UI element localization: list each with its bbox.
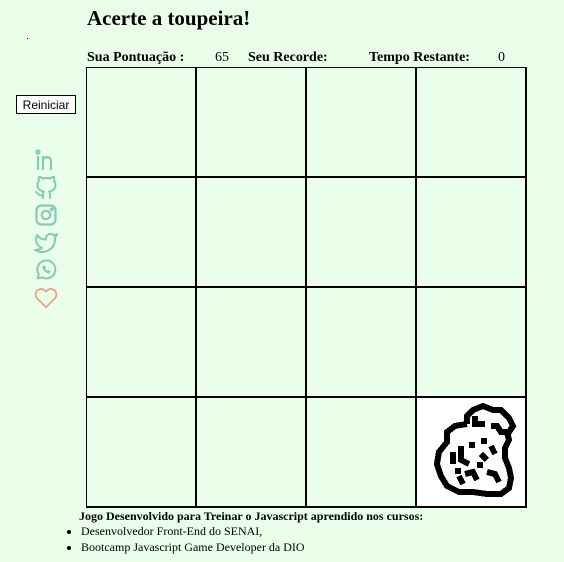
- game-title: Acerte a toupeira!: [87, 6, 251, 30]
- score-label: Sua Pontuação :: [87, 50, 185, 65]
- grid-cell[interactable]: [307, 68, 417, 178]
- grid-cell[interactable]: [417, 68, 527, 178]
- linkedin-icon[interactable]: [34, 148, 58, 172]
- course-item: Bootcamp Javascript Game Developer da DI…: [66, 540, 423, 556]
- github-icon[interactable]: [34, 175, 58, 200]
- mole-sprite: [433, 402, 517, 497]
- course-item: Desenvolvedor Front-End do SENAI,: [66, 524, 423, 540]
- grid-cell[interactable]: [87, 398, 197, 508]
- score-value: 65: [215, 50, 229, 65]
- decorative-dot: [27, 38, 28, 39]
- record-label: Seu Recorde:: [248, 50, 328, 65]
- grid-cell[interactable]: [417, 288, 527, 398]
- whatsapp-icon[interactable]: [34, 258, 58, 282]
- mole-grid: [86, 67, 527, 508]
- grid-cell[interactable]: [197, 398, 307, 508]
- grid-cell[interactable]: [197, 68, 307, 178]
- twitter-icon[interactable]: [34, 231, 58, 255]
- grid-cell-mole[interactable]: [417, 398, 527, 508]
- grid-cell[interactable]: [307, 178, 417, 288]
- grid-cell[interactable]: [307, 288, 417, 398]
- instagram-icon[interactable]: [34, 203, 58, 227]
- grid-cell[interactable]: [87, 178, 197, 288]
- time-label: Tempo Restante:: [369, 50, 470, 65]
- stats-bar: Sua Pontuação : 65 Seu Recorde: Tempo Re…: [0, 50, 564, 68]
- footer-heading: Jogo Desenvolvido para Treinar o Javascr…: [79, 509, 424, 523]
- heart-icon[interactable]: [34, 286, 58, 310]
- footer: Jogo Desenvolvido para Treinar o Javascr…: [66, 509, 424, 556]
- time-value: 0: [498, 50, 505, 65]
- grid-cell[interactable]: [307, 398, 417, 508]
- social-links: [34, 148, 58, 313]
- grid-cell[interactable]: [87, 288, 197, 398]
- grid-cell[interactable]: [197, 288, 307, 398]
- grid-cell[interactable]: [417, 178, 527, 288]
- course-list: Desenvolvedor Front-End do SENAI, Bootca…: [66, 524, 423, 556]
- grid-cell[interactable]: [197, 178, 307, 288]
- restart-button[interactable]: Reiniciar: [16, 95, 76, 114]
- grid-cell[interactable]: [87, 68, 197, 178]
